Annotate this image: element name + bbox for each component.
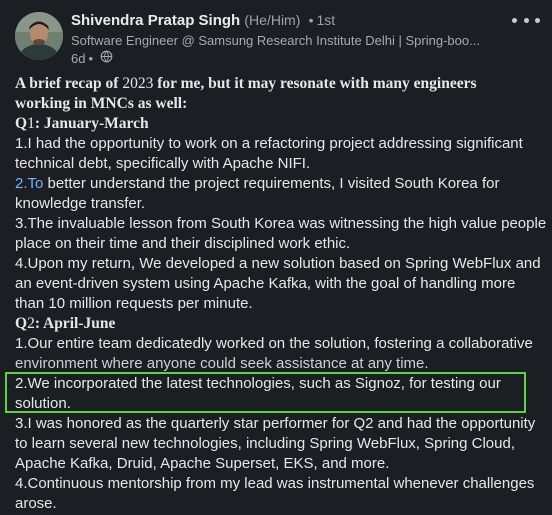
q1-item-2: 2.To better understand the project requi… — [15, 175, 500, 192]
degree-separator: • — [308, 12, 314, 28]
post-body: A brief recap of 2023 for me, but it may… — [15, 74, 547, 514]
q1-item-1: 1.I had the opportunity to work on a ref… — [15, 135, 523, 152]
q1-item-4: 4.Upon my return, We developed a new sol… — [15, 255, 541, 272]
linkedin-post-card: Shivendra Pratap Singh (He/Him) • 1st Sof… — [0, 0, 552, 515]
q2-item-1: environment where anyone could seek assi… — [15, 355, 429, 372]
intro-line: working in MNCs as well: — [15, 95, 188, 112]
q1-item-2: knowledge transfer. — [15, 195, 146, 212]
time-separator: • — [88, 50, 94, 66]
q2-item-4: 4.Continuous mentorship from my lead was… — [15, 475, 535, 492]
hashtag-link[interactable]: 2.To — [15, 175, 43, 192]
q2-heading: Q2: April-June — [15, 315, 116, 332]
q2-item-3: Apache Kafka, Druid, Apache Superset, EK… — [15, 455, 390, 472]
post-time: 6d — [71, 50, 86, 66]
q2-item-2: solution. — [15, 395, 71, 412]
q1-item-3: place on their time and their discipline… — [15, 235, 351, 252]
q1-heading: Q1: January-March — [15, 115, 149, 132]
q1-item-1: technical debt, specifically with Apache… — [15, 155, 311, 172]
globe-icon — [100, 50, 113, 66]
author-name[interactable]: Shivendra Pratap Singh — [71, 12, 240, 29]
author-pronouns: (He/Him) — [244, 12, 301, 28]
intro-line: A brief recap of 2023 for me, but it may… — [15, 75, 477, 92]
author-headline: Software Engineer @ Samsung Research Ins… — [71, 33, 480, 48]
q2-item-1: 1.Our entire team dedicatedly worked on … — [15, 335, 533, 352]
q1-item-4: an event-driven system using Apache Kafk… — [15, 275, 516, 292]
author-name-line[interactable]: Shivendra Pratap Singh (He/Him) • 1st — [71, 12, 335, 29]
post-meta: 6d • — [71, 50, 113, 66]
q1-item-3: 3.The invaluable lesson from South Korea… — [15, 215, 547, 232]
q2-item-4: arose. — [15, 495, 57, 512]
q2-item-3: to learn several new technologies, inclu… — [15, 435, 516, 452]
q1-item-4: than 10 million requests per minute. — [15, 295, 253, 312]
connection-degree: 1st — [316, 12, 336, 28]
q2-item-3: 3.I was honored as the quarterly star pe… — [15, 415, 536, 432]
q2-item-2: 2.We incorporated the latest technologie… — [15, 375, 501, 392]
avatar[interactable] — [15, 12, 63, 60]
more-options-icon[interactable] — [512, 10, 540, 30]
